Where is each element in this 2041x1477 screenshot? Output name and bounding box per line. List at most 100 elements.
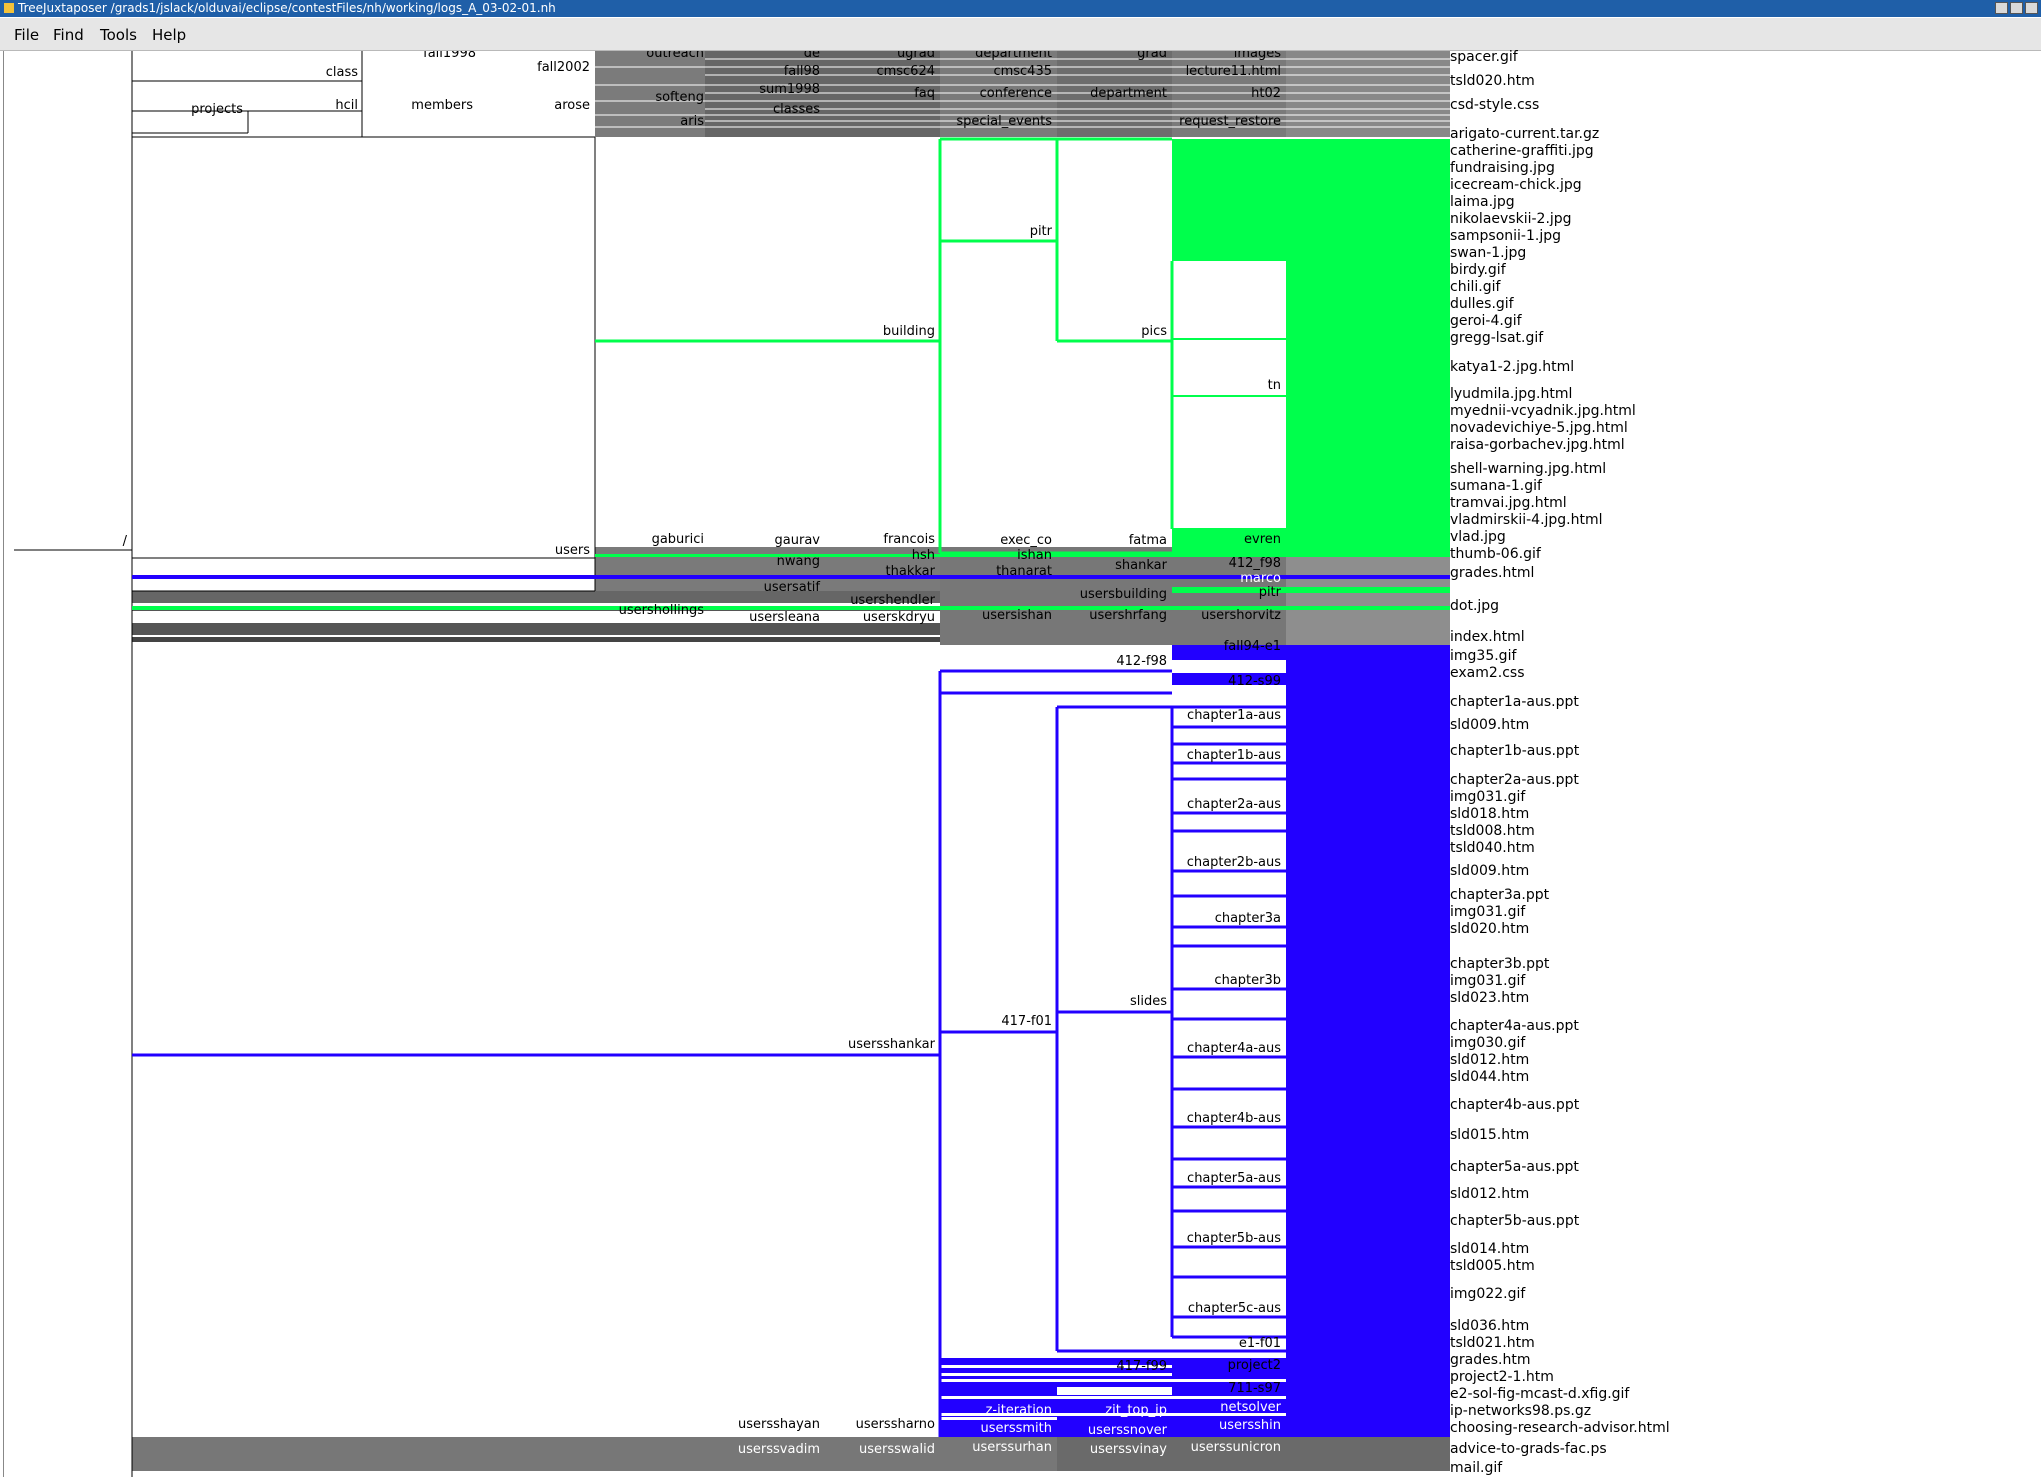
node-label[interactable]: usershollings (619, 603, 705, 618)
node-label[interactable]: tn (1268, 378, 1281, 393)
leaf-label[interactable]: lyudmila.jpg.html (1450, 386, 1572, 402)
node-label[interactable]: fatma (1129, 533, 1167, 548)
leaf-label[interactable]: katya1-2.jpg.html (1450, 359, 1574, 375)
node-label[interactable]: department (1090, 86, 1167, 101)
node-label[interactable]: userssharno (856, 1417, 935, 1432)
node-label[interactable]: nwang (777, 554, 820, 569)
node-label[interactable]: usersbuilding (1080, 587, 1167, 602)
node-label[interactable]: sum1998 (759, 82, 820, 97)
leaf-label[interactable]: sld014.htm (1450, 1241, 1529, 1257)
leaf-label[interactable]: sld023.htm (1450, 990, 1529, 1006)
leaf-label[interactable]: tramvai.jpg.html (1450, 495, 1567, 511)
node-label[interactable]: project2 (1228, 1358, 1281, 1373)
leaf-label[interactable]: vlad.jpg (1450, 529, 1506, 545)
node-label[interactable]: chapter4b-aus (1187, 1111, 1281, 1126)
leaf-label[interactable]: index.html (1450, 629, 1525, 645)
node-label[interactable]: usershendler (850, 593, 935, 608)
node-label[interactable]: projects (191, 102, 243, 117)
leaf-label[interactable]: csd-style.css (1450, 97, 1539, 113)
node-label[interactable]: exec_co (1000, 533, 1052, 548)
node-label[interactable]: z-iteration (986, 1403, 1052, 1418)
node-label[interactable]: users (555, 543, 590, 558)
node-label[interactable]: chapter2b-aus (1187, 855, 1281, 870)
leaf-label[interactable]: img031.gif (1450, 973, 1525, 989)
leaf-label[interactable]: sld018.htm (1450, 806, 1529, 822)
node-label[interactable]: ugrad (897, 51, 935, 61)
leaf-label[interactable]: img030.gif (1450, 1035, 1525, 1051)
node-label[interactable]: softeng (655, 90, 704, 105)
leaf-label[interactable]: tsld005.htm (1450, 1258, 1535, 1274)
node-label[interactable]: userskdryu (863, 610, 935, 625)
menu-tools[interactable]: Tools (100, 26, 137, 44)
node-label[interactable]: ishan (1017, 548, 1052, 563)
node-label[interactable]: 711-s97 (1228, 1381, 1281, 1396)
leaf-label[interactable]: grades.html (1450, 565, 1534, 581)
leaf-label[interactable]: icecream-chick.jpg (1450, 177, 1582, 193)
node-label[interactable]: 412-s99 (1228, 674, 1281, 689)
node-label[interactable]: fall98 (784, 64, 820, 79)
node-label[interactable]: chapter3a (1215, 911, 1281, 926)
node-label[interactable]: pitr (1259, 585, 1282, 600)
leaf-label[interactable]: sld012.htm (1450, 1186, 1529, 1202)
node-label[interactable]: usersishan (982, 608, 1052, 623)
node-label[interactable]: netsolver (1220, 1400, 1281, 1415)
node-label[interactable]: usersleana (749, 610, 820, 625)
leaf-label[interactable]: chapter3a.ppt (1450, 887, 1549, 903)
node-label[interactable]: francois (883, 532, 935, 547)
node-label[interactable]: chapter1a-aus (1187, 708, 1281, 723)
leaf-label[interactable]: chapter2a-aus.ppt (1450, 772, 1579, 788)
node-label[interactable]: hsh (912, 548, 935, 563)
node-label[interactable]: thakkar (886, 564, 936, 579)
leaf-label[interactable]: vladmirskii-4.jpg.html (1450, 512, 1603, 528)
close-button[interactable] (2025, 2, 2038, 14)
leaf-label[interactable]: chapter3b.ppt (1450, 956, 1549, 972)
node-label[interactable]: chapter3b (1214, 973, 1281, 988)
leaf-label[interactable]: birdy.gif (1450, 262, 1506, 278)
leaf-label[interactable]: sld020.htm (1450, 921, 1529, 937)
node-label[interactable]: outreach (646, 51, 704, 61)
node-label[interactable]: chapter2a-aus (1187, 797, 1281, 812)
leaf-label[interactable]: sld009.htm (1450, 863, 1529, 879)
node-label[interactable]: ht02 (1251, 86, 1281, 101)
node-label[interactable]: 417-f99 (1116, 1359, 1167, 1374)
node-label[interactable]: e1-f01 (1239, 1336, 1281, 1351)
node-label[interactable]: usersshayan (738, 1417, 820, 1432)
node-label[interactable]: usershrfang (1089, 608, 1167, 623)
tree-canvas[interactable]: / fall1998 class fall2002 outreach de ug… (0, 49, 2041, 1477)
node-label[interactable]: grad (1137, 51, 1167, 61)
node-label[interactable]: userssnover (1088, 1423, 1168, 1438)
leaf-label[interactable]: dot.jpg (1450, 598, 1499, 614)
leaf-label[interactable]: gregg-lsat.gif (1450, 330, 1543, 346)
node-label[interactable]: 412-f98 (1116, 654, 1167, 669)
node-label[interactable]: department (975, 51, 1052, 61)
node-label[interactable]: userssvinay (1090, 1442, 1167, 1457)
leaf-label[interactable]: chapter5b-aus.ppt (1450, 1213, 1579, 1229)
leaf-label[interactable]: shell-warning.jpg.html (1450, 461, 1606, 477)
leaf-label[interactable]: choosing-research-advisor.html (1450, 1420, 1670, 1436)
leaf-label[interactable]: chapter4b-aus.ppt (1450, 1097, 1579, 1113)
node-label[interactable]: slides (1130, 994, 1167, 1009)
node-label[interactable]: zit_top_ip (1105, 1403, 1167, 1418)
menu-help[interactable]: Help (152, 26, 186, 44)
leaf-label[interactable]: sld044.htm (1450, 1069, 1529, 1085)
leaf-label[interactable]: img022.gif (1450, 1286, 1525, 1302)
leaf-label[interactable]: sampsonii-1.jpg (1450, 228, 1561, 244)
node-label[interactable]: userssvadim (738, 1442, 820, 1457)
node-label[interactable]: pics (1141, 324, 1167, 339)
node-label[interactable]: usersatif (764, 580, 821, 595)
node-label[interactable]: chapter4a-aus (1187, 1041, 1281, 1056)
node-label[interactable]: userssunicron (1191, 1440, 1281, 1455)
leaf-label[interactable]: sld015.htm (1450, 1127, 1529, 1143)
node-label[interactable]: fall1998 (423, 51, 476, 61)
node-label[interactable]: fall94-e1 (1224, 639, 1281, 654)
node-label[interactable]: aris (680, 114, 704, 129)
node-label[interactable]: images (1234, 51, 1281, 61)
node-label[interactable]: conference (980, 86, 1052, 101)
node-label[interactable]: 417-f01 (1001, 1014, 1052, 1029)
leaf-label[interactable]: tsld020.htm (1450, 73, 1535, 89)
node-label[interactable]: usersswalid (859, 1442, 935, 1457)
node-label[interactable]: faq (914, 86, 935, 101)
leaf-label[interactable]: dulles.gif (1450, 296, 1514, 312)
maximize-button[interactable] (2010, 2, 2023, 14)
leaf-label[interactable]: img35.gif (1450, 648, 1516, 664)
